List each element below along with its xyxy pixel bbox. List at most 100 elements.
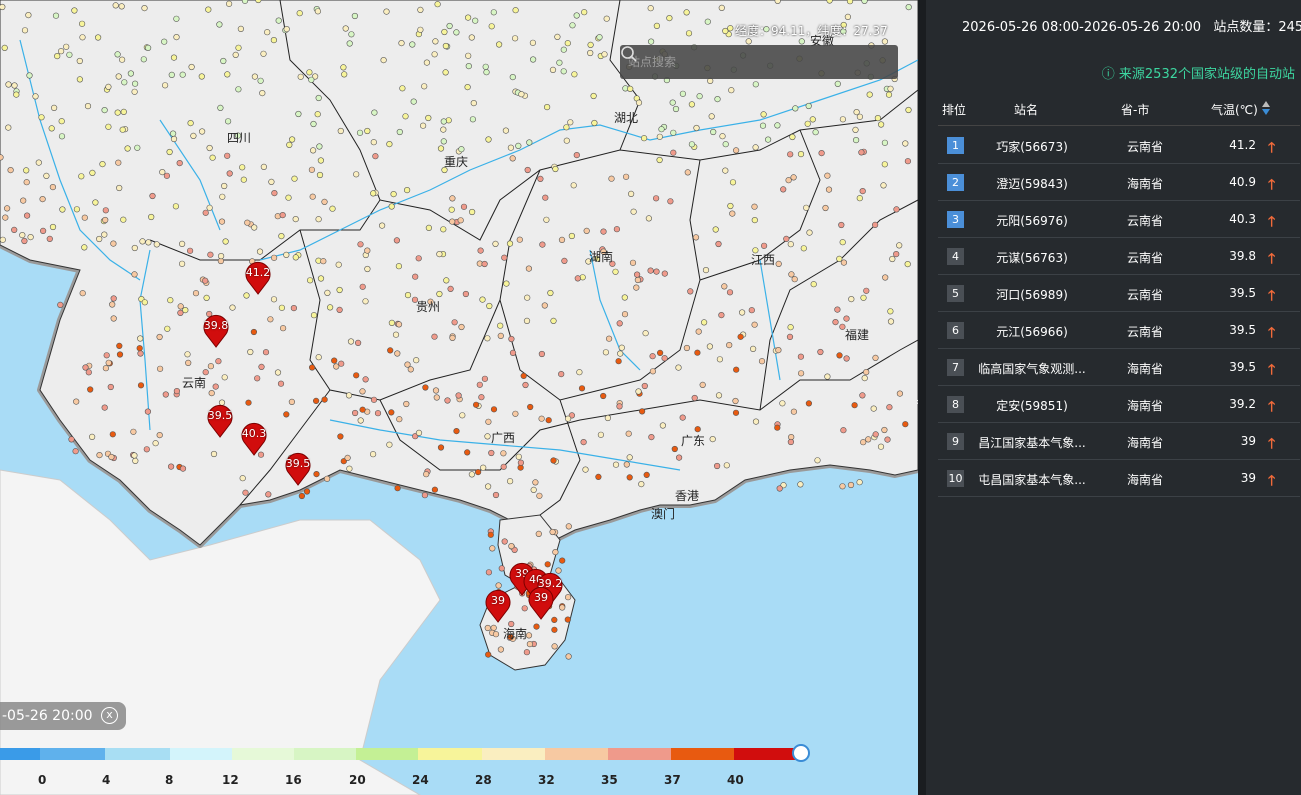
station-dot[interactable] xyxy=(889,255,896,263)
station-dot[interactable] xyxy=(659,422,667,429)
station-dot[interactable] xyxy=(751,321,758,328)
station-dot[interactable] xyxy=(333,363,340,370)
station-dot[interactable] xyxy=(395,321,403,328)
station-dot[interactable] xyxy=(370,190,377,197)
station-dot[interactable] xyxy=(241,0,249,4)
station-dot[interactable] xyxy=(699,381,706,389)
station-dot[interactable] xyxy=(208,390,215,397)
station-dot[interactable] xyxy=(905,106,912,114)
station-pin[interactable]: 39.8 xyxy=(202,312,230,348)
station-dot[interactable] xyxy=(675,364,682,371)
station-dot[interactable] xyxy=(448,206,455,213)
station-dot[interactable] xyxy=(66,51,73,58)
station-dot[interactable] xyxy=(173,33,180,41)
station-dot[interactable] xyxy=(295,110,302,118)
station-dot[interactable] xyxy=(533,623,540,630)
station-dot[interactable] xyxy=(442,69,449,76)
station-dot[interactable] xyxy=(280,325,287,332)
station-dot[interactable] xyxy=(383,8,390,15)
station-dot[interactable] xyxy=(92,199,99,206)
station-dot[interactable] xyxy=(359,283,366,290)
station-dot[interactable] xyxy=(518,91,525,98)
station-dot[interactable] xyxy=(88,433,96,441)
station-dot[interactable] xyxy=(475,469,482,476)
station-dot[interactable] xyxy=(561,257,568,265)
station-dot[interactable] xyxy=(526,640,534,648)
station-dot[interactable] xyxy=(470,99,477,107)
station-dot[interactable] xyxy=(710,128,717,136)
station-dot[interactable] xyxy=(476,381,483,388)
station-dot[interactable] xyxy=(71,7,78,14)
station-dot[interactable] xyxy=(316,143,323,150)
station-dot[interactable] xyxy=(543,216,550,223)
station-dot[interactable] xyxy=(103,352,110,359)
station-dot[interactable] xyxy=(345,392,353,399)
station-dot[interactable] xyxy=(120,216,127,223)
map-canvas[interactable] xyxy=(0,0,918,795)
station-dot[interactable] xyxy=(39,227,47,234)
station-dot[interactable] xyxy=(512,410,519,417)
station-dot[interactable] xyxy=(549,66,557,73)
station-dot[interactable] xyxy=(658,126,665,133)
station-dot[interactable] xyxy=(500,463,507,470)
station-dot[interactable] xyxy=(257,77,264,84)
station-dot[interactable] xyxy=(251,224,258,231)
station-dot[interactable] xyxy=(425,224,433,231)
station-dot[interactable] xyxy=(810,281,817,288)
station-dot[interactable] xyxy=(523,317,531,325)
station-dot[interactable] xyxy=(168,71,175,78)
station-dot[interactable] xyxy=(202,277,209,284)
station-dot[interactable] xyxy=(647,5,654,12)
station-dot[interactable] xyxy=(567,119,574,126)
station-dot[interactable] xyxy=(162,82,169,89)
station-dot[interactable] xyxy=(751,217,758,224)
station-dot[interactable] xyxy=(27,234,34,241)
station-dot[interactable] xyxy=(774,0,781,4)
station-dot[interactable] xyxy=(0,236,6,243)
station-dot[interactable] xyxy=(134,144,141,151)
station-dot[interactable] xyxy=(5,81,12,88)
station-dot[interactable] xyxy=(576,369,583,376)
station-dot[interactable] xyxy=(479,296,486,303)
station-dot[interactable] xyxy=(219,193,226,200)
station-dot[interactable] xyxy=(716,356,724,363)
station-dot[interactable] xyxy=(465,14,472,21)
station-dot[interactable] xyxy=(442,42,450,50)
station-dot[interactable] xyxy=(477,247,484,254)
station-dot[interactable] xyxy=(790,408,798,415)
station-dot[interactable] xyxy=(779,400,786,407)
station-dot[interactable] xyxy=(421,492,429,499)
station-dot[interactable] xyxy=(143,446,150,453)
station-dot[interactable] xyxy=(76,57,83,65)
station-dot[interactable] xyxy=(449,218,456,225)
station-dot[interactable] xyxy=(163,172,170,179)
station-dot[interactable] xyxy=(205,6,212,13)
station-dot[interactable] xyxy=(573,12,580,19)
table-row[interactable]: 1 巧家(56673) 云南省 41.2 🡑 xyxy=(938,127,1300,164)
station-dot[interactable] xyxy=(488,23,495,30)
station-dot[interactable] xyxy=(791,276,798,283)
station-dot[interactable] xyxy=(118,56,126,63)
station-dot[interactable] xyxy=(774,424,781,431)
station-dot[interactable] xyxy=(87,386,94,393)
station-dot[interactable] xyxy=(600,392,607,400)
station-dot[interactable] xyxy=(551,626,558,633)
station-dot[interactable] xyxy=(362,298,369,305)
station-dot[interactable] xyxy=(239,475,246,482)
station-dot[interactable] xyxy=(131,244,138,252)
station-dot[interactable] xyxy=(265,491,272,498)
station-dot[interactable] xyxy=(902,421,909,428)
station-dot[interactable] xyxy=(498,565,505,572)
station-dot[interactable] xyxy=(485,651,492,658)
station-dot[interactable] xyxy=(2,214,9,221)
station-dot[interactable] xyxy=(726,342,733,349)
station-dot[interactable] xyxy=(616,320,623,327)
station-dot[interactable] xyxy=(422,384,429,391)
station-dot[interactable] xyxy=(49,184,57,191)
station-dot[interactable] xyxy=(352,409,359,417)
station-dot[interactable] xyxy=(496,41,503,48)
station-dot[interactable] xyxy=(440,226,447,233)
station-dot[interactable] xyxy=(164,325,171,332)
station-dot[interactable] xyxy=(20,197,27,204)
station-dot[interactable] xyxy=(242,489,249,496)
